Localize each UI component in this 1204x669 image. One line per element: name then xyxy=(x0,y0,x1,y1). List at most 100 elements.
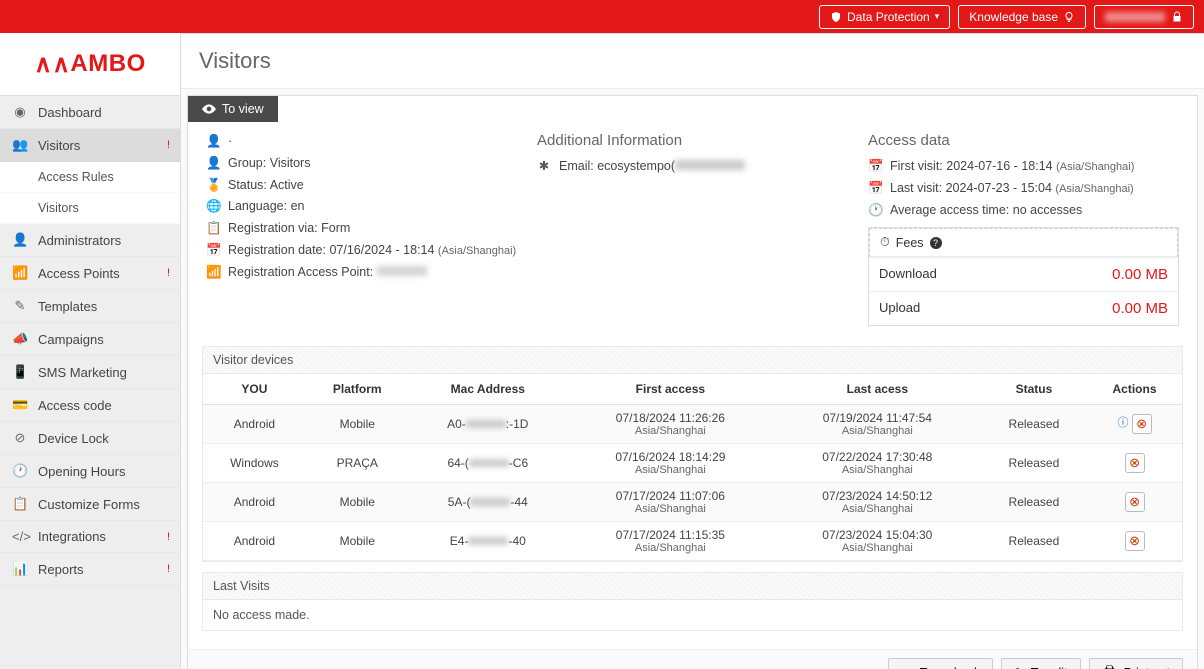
knowledge-base-button[interactable]: Knowledge base xyxy=(958,5,1086,29)
table-row: AndroidMobileA0-:-1D07/18/2024 11:26:26A… xyxy=(203,405,1182,444)
meter-icon: ⏱ xyxy=(880,235,890,250)
user-icon: 👤 xyxy=(206,132,220,151)
field-value: 07/16/2024 - 18:14 xyxy=(329,243,434,257)
field-tz: (Asia/Shanghai) xyxy=(1055,183,1133,195)
go-back-button[interactable]: ←To go back xyxy=(888,658,993,669)
cell-last: 07/22/2024 17:30:48Asia/Shanghai xyxy=(774,444,981,483)
cell-actions: ⊗ xyxy=(1087,483,1182,522)
cell-platform: PRAÇA xyxy=(306,444,409,483)
last-visits-body: No access made. xyxy=(203,600,1182,630)
sidebar-item-label: Access Rules xyxy=(38,170,114,184)
col-you: YOU xyxy=(203,374,306,405)
access-data-title: Access data xyxy=(868,132,1179,149)
info-icon[interactable]: ⓘ xyxy=(1118,417,1129,429)
delete-action-button[interactable]: ⊗ xyxy=(1125,453,1145,473)
field-value: 2024-07-23 - 15:04 xyxy=(946,181,1052,195)
sidebar-subitem-access-rules[interactable]: Access Rules xyxy=(0,162,180,193)
delete-action-button[interactable]: ⊗ xyxy=(1132,414,1152,434)
field-label: Registration Access Point: xyxy=(228,265,373,279)
cell-you: Windows xyxy=(203,444,306,483)
sidebar-item-dashboard[interactable]: ◉ Dashboard xyxy=(0,96,180,129)
cell-mac: 5A-(-44 xyxy=(409,483,567,522)
form-icon: 📋 xyxy=(206,219,220,238)
eye-icon xyxy=(202,104,216,114)
printer-icon: 🖨 xyxy=(1102,665,1118,669)
logo: ∧∧AMBO xyxy=(0,33,180,96)
col-actions: Actions xyxy=(1087,374,1182,405)
cell-last: 07/23/2024 14:50:12Asia/Shanghai xyxy=(774,483,981,522)
user-lock-button[interactable] xyxy=(1094,5,1194,29)
sidebar-item-integrations[interactable]: </> Integrations ! xyxy=(0,521,180,553)
sidebar-item-customize-forms[interactable]: 📋 Customize Forms xyxy=(0,488,180,521)
sidebar-item-device-lock[interactable]: ⊘ Device Lock xyxy=(0,422,180,455)
delete-action-button[interactable]: ⊗ xyxy=(1125,492,1145,512)
help-icon[interactable]: ? xyxy=(930,237,942,249)
sidebar-item-templates[interactable]: ✎ Templates xyxy=(0,290,180,323)
fees-download-value: 0.00 MB xyxy=(1112,266,1168,283)
sidebar-item-opening-hours[interactable]: 🕐 Opening Hours xyxy=(0,455,180,488)
field-tz: (Asia/Shanghai) xyxy=(1056,161,1134,173)
code-icon: </> xyxy=(12,529,28,544)
to-view-button[interactable]: To view xyxy=(188,96,278,122)
field-label: Group: xyxy=(228,156,266,170)
field-label: Status: xyxy=(228,178,267,192)
alert-icon: ! xyxy=(167,139,170,151)
clipboard-icon: 📋 xyxy=(12,496,28,512)
additional-info-title: Additional Information xyxy=(537,132,848,149)
sidebar-item-label: Customize Forms xyxy=(38,497,140,512)
sidebar-item-visitors[interactable]: 👥 Visitors ! xyxy=(0,129,180,162)
cell-you: Android xyxy=(203,522,306,561)
cell-status: Released xyxy=(981,405,1087,444)
field-value: en xyxy=(291,199,305,213)
edit-button[interactable]: ✎To edit xyxy=(1001,658,1080,669)
field-tz: (Asia/Shanghai) xyxy=(438,245,516,257)
cell-actions: ⊗ xyxy=(1087,522,1182,561)
calendar-icon: 📅 xyxy=(868,179,882,198)
cell-platform: Mobile xyxy=(306,405,409,444)
field-label: Email: xyxy=(559,159,594,173)
content-area: Visitors To view 👤· 👤Group: Visitors 🏅St… xyxy=(181,33,1204,669)
cell-you: Android xyxy=(203,405,306,444)
chart-icon: 📊 xyxy=(12,561,28,577)
sidebar-item-reports[interactable]: 📊 Reports ! xyxy=(0,553,180,586)
table-row: AndroidMobile5A-(-4407/17/2024 11:07:06A… xyxy=(203,483,1182,522)
print-button[interactable]: 🖨Print out xyxy=(1089,658,1183,669)
sidebar-item-label: Administrators xyxy=(38,233,121,248)
sidebar-item-label: Opening Hours xyxy=(38,464,125,479)
sidebar-item-label: Access Points xyxy=(38,266,120,281)
cell-mac: A0-:-1D xyxy=(409,405,567,444)
antenna-icon: 📶 xyxy=(12,265,28,281)
sidebar-item-administrators[interactable]: 👤 Administrators xyxy=(0,224,180,257)
col-platform: Platform xyxy=(306,374,409,405)
field-value: Visitors xyxy=(270,156,311,170)
sidebar-subitem-visitors[interactable]: Visitors xyxy=(0,193,180,224)
alert-icon: ! xyxy=(167,531,170,543)
field-value: Active xyxy=(270,178,304,192)
footer-buttons: ←To go back ✎To edit 🖨Print out xyxy=(188,649,1197,669)
field-label: · xyxy=(228,132,232,151)
field-label: Registration date: xyxy=(228,243,326,257)
cell-status: Released xyxy=(981,444,1087,483)
sidebar-item-campaigns[interactable]: 📣 Campaigns xyxy=(0,323,180,356)
lock-icon xyxy=(1171,11,1183,23)
delete-action-button[interactable]: ⊗ xyxy=(1125,531,1145,551)
cell-first: 07/17/2024 11:15:35Asia/Shanghai xyxy=(567,522,774,561)
last-visits-box: Last Visits No access made. xyxy=(202,572,1183,631)
col-mac: Mac Address xyxy=(409,374,567,405)
fees-title: Fees xyxy=(896,236,924,250)
data-protection-button[interactable]: Data Protection ▾ xyxy=(819,5,950,29)
sidebar-item-label: Visitors xyxy=(38,138,80,153)
sidebar-item-label: Templates xyxy=(38,299,97,314)
field-value: no accesses xyxy=(1013,203,1082,217)
last-visits-title: Last Visits xyxy=(203,573,1182,600)
sidebar-item-sms-marketing[interactable]: 📱 SMS Marketing xyxy=(0,356,180,389)
col-first: First access xyxy=(567,374,774,405)
field-label: First visit: xyxy=(890,159,943,173)
sidebar-item-access-points[interactable]: 📶 Access Points ! xyxy=(0,257,180,290)
sidebar-item-label: Campaigns xyxy=(38,332,104,347)
topbar: Data Protection ▾ Knowledge base xyxy=(0,0,1204,33)
view-btn-label: To view xyxy=(222,102,264,116)
sidebar-item-access-code[interactable]: 💳 Access code xyxy=(0,389,180,422)
fees-download-label: Download xyxy=(879,266,937,283)
data-protection-label: Data Protection xyxy=(847,10,930,24)
